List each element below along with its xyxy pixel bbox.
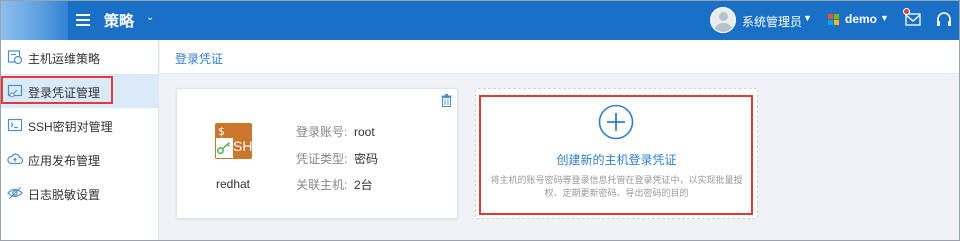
top-bar: 策略 ⌄ 系统管理员 ▼ demo ▼ [0, 0, 960, 40]
chevron-down-icon[interactable]: ⌄ [146, 12, 154, 23]
sidebar-item-app-publish[interactable]: 应用发布管理 [0, 142, 159, 176]
sidebar-item-ssh-keys[interactable]: SSH密钥对管理 [0, 108, 159, 142]
user-caret-icon[interactable]: ▼ [803, 13, 812, 23]
sidebar-item-host-policy[interactable]: 主机运维策略 [0, 40, 159, 74]
trash-icon[interactable] [441, 94, 452, 107]
sidebar-item-credentials[interactable]: 登录凭证管理 [0, 74, 159, 108]
headset-icon[interactable] [935, 11, 953, 29]
field-key: 关联主机: [296, 178, 348, 192]
cloud-icon [7, 153, 23, 165]
ssh-logo-text: SH [233, 138, 252, 154]
field-value: 2台 [354, 178, 373, 192]
field-key: 登录账号: [296, 125, 348, 139]
create-credential-description: 将主机的账号密码等登录信息托管在登录凭证中，以实现批量授权、定期更新密码、导出密… [490, 175, 743, 198]
notification-dot [903, 8, 910, 15]
credential-icon [7, 84, 23, 98]
key-icon [215, 137, 234, 159]
breadcrumb[interactable]: 登录凭证 [175, 50, 223, 67]
ssh-key-icon [7, 118, 23, 132]
module-title[interactable]: 策略 [104, 10, 134, 31]
sidebar-item-label: 主机运维策略 [28, 52, 101, 66]
create-credential-label[interactable]: 创建新的主机登录凭证 [475, 151, 758, 168]
sidebar-item-label: 登录凭证管理 [28, 86, 101, 100]
credential-host-name: redhat [215, 177, 251, 191]
ssh-logo-icon: $_ SH [215, 123, 252, 159]
tenant-icon [828, 14, 840, 26]
field-value: 密码 [354, 152, 379, 166]
brand-logo [0, 0, 68, 40]
eye-icon [7, 187, 23, 199]
field-value: root [354, 125, 375, 139]
breadcrumb-bar: 登录凭证 [160, 40, 960, 74]
sidebar-item-label: 日志脱敏设置 [28, 188, 101, 202]
sidebar-item-log-masking[interactable]: 日志脱敏设置 [0, 176, 159, 210]
field-linked-hosts: 关联主机: 2台 [296, 176, 373, 193]
user-name[interactable]: 系统管理员 [742, 13, 802, 30]
sidebar: 主机运维策略 登录凭证管理 SSH密钥对管理 应用发布管理 日志脱敏设置 [0, 40, 159, 241]
plus-circle-icon[interactable] [598, 104, 634, 140]
sidebar-item-label: SSH密钥对管理 [28, 120, 113, 134]
sidebar-item-label: 应用发布管理 [28, 154, 101, 168]
avatar[interactable] [710, 7, 736, 33]
field-credential-type: 凭证类型: 密码 [296, 150, 378, 167]
field-login-account: 登录账号: root [296, 123, 375, 140]
tenant-caret-icon[interactable]: ▼ [880, 13, 889, 23]
policy-icon [7, 50, 23, 65]
hamburger-menu-icon[interactable] [76, 11, 90, 29]
credential-card[interactable]: $_ SH redhat 登录账号: root 凭证类型: 密码 关联主机: 2台 [176, 88, 458, 219]
tenant-name[interactable]: demo [845, 12, 877, 26]
field-key: 凭证类型: [296, 152, 348, 166]
